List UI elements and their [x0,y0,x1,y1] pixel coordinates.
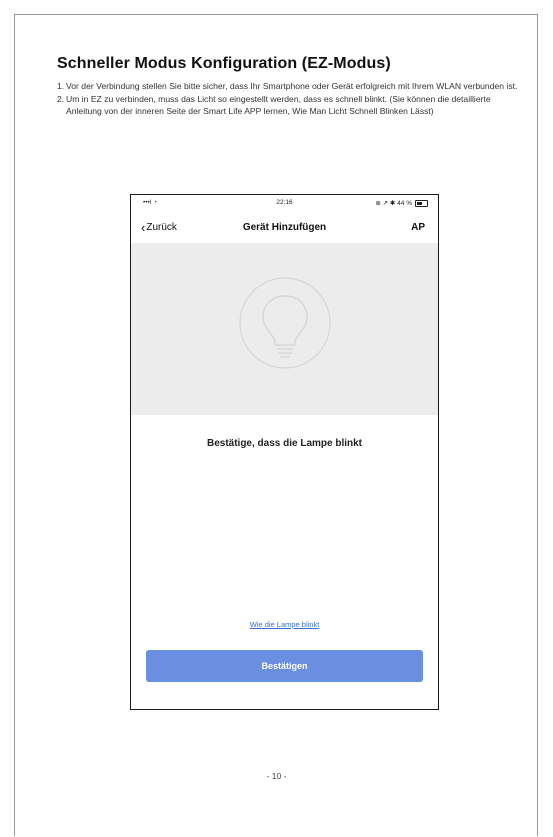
status-bar: •••l ◔ 22:16 ⊕ ↗ ✱ 44 % [131,195,438,209]
blink-confirmation-text: Bestätige, dass die Lampe blinkt [206,438,363,449]
status-right: ⊕ ↗ ✱ 44 % [375,199,428,207]
nav-title: Gerät Hinzufügen [242,222,327,233]
hero-area [131,243,438,415]
nav-bar: ‹ Zurück Gerät Hinzufügen AP [131,213,438,243]
ap-mode-button[interactable]: AP [411,222,425,233]
step-number: 2. [57,93,65,104]
battery-icon [415,199,428,207]
instruction-list: 1. Vor der Verbindung stellen Sie bitte … [57,80,522,118]
status-indicators: ⊕ ↗ ✱ 44 % [375,200,412,207]
page-number: - 10 - [266,771,287,781]
step-number: 1. [57,81,65,91]
instruction-step: 2. Um in EZ zu verbinden, muss das Licht… [57,93,522,118]
lightbulb-icon [238,276,332,370]
confirm-button[interactable]: Bestätigen [146,650,423,682]
how-lamp-blinks-link[interactable]: Wie die Lampe blinkt [131,620,438,629]
step-text: Um in EZ zu verbinden, muss das Licht so… [66,93,491,117]
page-heading: Schneller Modus Konfiguration (EZ-Modus) [57,55,391,72]
instruction-step: 1. Vor der Verbindung stellen Sie bitte … [57,80,522,93]
step-text: Vor der Verbindung stellen Sie bitte sic… [66,81,518,91]
phone-screenshot: •••l ◔ 22:16 ⊕ ↗ ✱ 44 % ‹ Zurück Gerät H… [130,194,439,710]
